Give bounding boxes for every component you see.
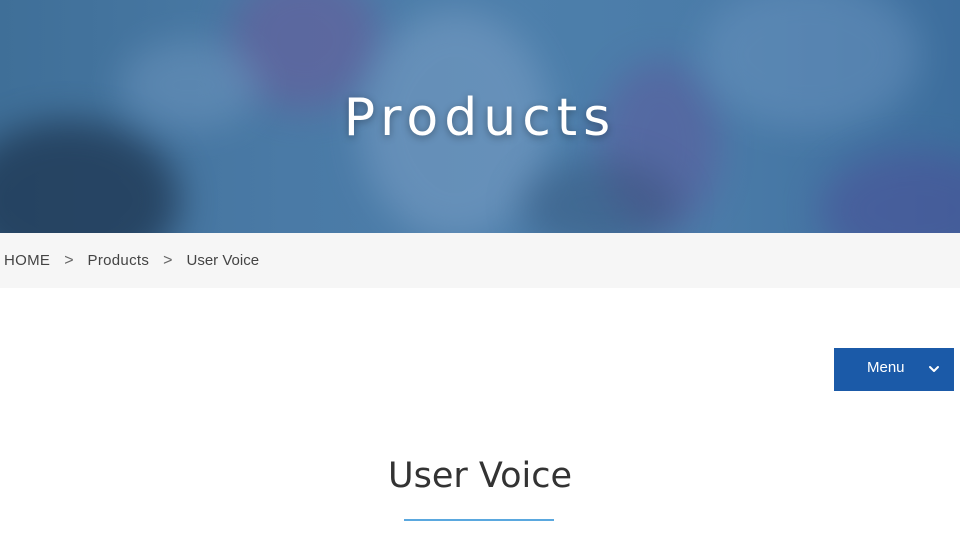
title-underline (404, 519, 554, 521)
menu-button[interactable]: Menu (834, 348, 954, 391)
breadcrumb-separator: > (163, 251, 173, 269)
breadcrumb-home-link[interactable]: HOME (4, 252, 50, 269)
menu-button-label: Menu (867, 359, 905, 376)
breadcrumb-current-page: User Voice (186, 252, 260, 269)
section-title: User Voice (387, 456, 573, 496)
breadcrumb-separator: > (64, 251, 74, 269)
chevron-down-icon (929, 366, 939, 372)
breadcrumb: HOME > Products > User Voice (0, 233, 960, 288)
hero-banner: Products (0, 0, 960, 233)
hero-background-shape (820, 150, 960, 233)
hero-title: Products (343, 88, 617, 148)
breadcrumb-products-link[interactable]: Products (88, 252, 150, 269)
